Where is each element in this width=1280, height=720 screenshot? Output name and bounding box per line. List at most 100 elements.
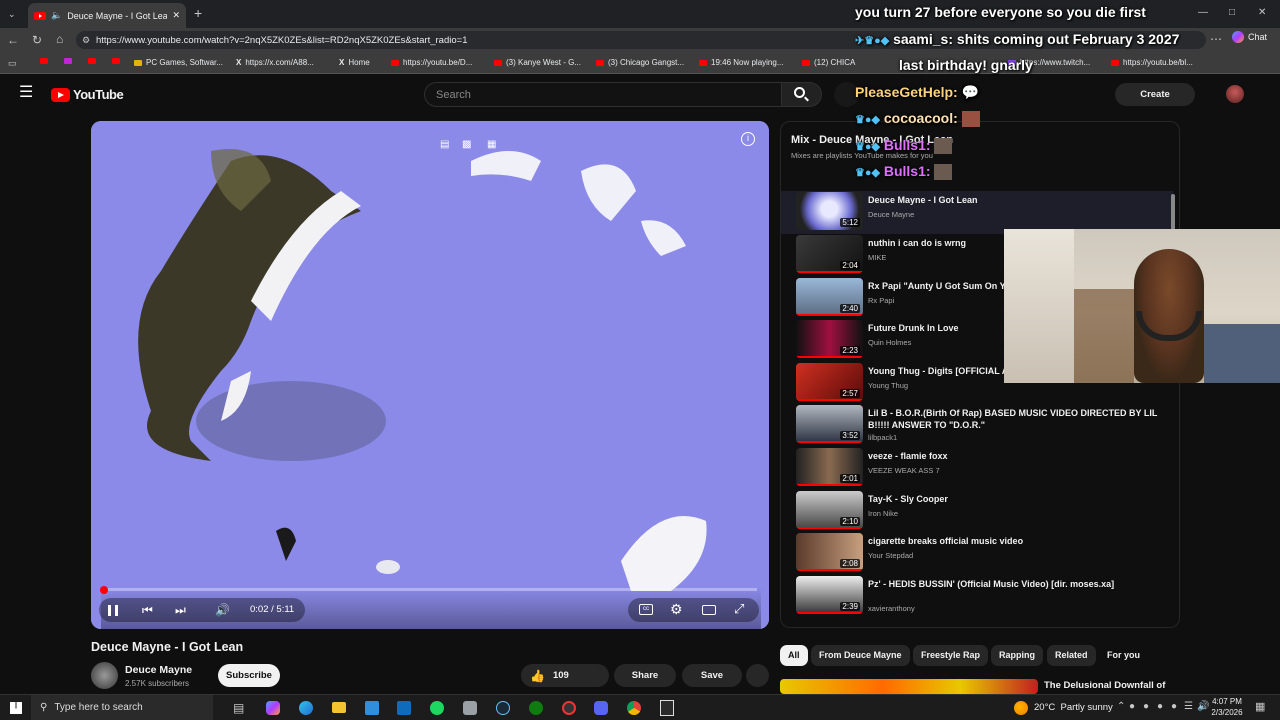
captions-icon[interactable]: cc — [639, 604, 653, 615]
video-player[interactable]: ▤ ▩ ▦ i ⏮ ⏭ 🔊 0:02 / 5:11 cc ⚙ ⤢ — [91, 121, 769, 629]
playlist-item[interactable]: 2:10 Tay-K - Sly Cooper Iron Nike — [796, 491, 1166, 531]
miniplayer-icon[interactable]: ▩ — [462, 139, 471, 151]
bookmark-icon-1[interactable] — [40, 58, 48, 64]
windows-start-icon[interactable] — [10, 702, 22, 714]
bookmark-kanye[interactable]: (3) Kanye West - G... — [494, 58, 581, 67]
home-icon[interactable]: ⌂ — [56, 33, 63, 45]
playlist-thumbnail[interactable]: 2:40 — [796, 278, 863, 316]
speaker-icon[interactable]: 🔈 — [51, 10, 62, 21]
youtube-logo[interactable]: YouTube — [51, 87, 124, 102]
bookmark-chica[interactable]: (12) CHICA — [802, 58, 855, 67]
playlist-thumbnail[interactable]: 2:57 — [796, 363, 863, 401]
spotify-icon[interactable] — [430, 701, 444, 715]
create-button[interactable]: Create — [1115, 83, 1195, 106]
bookmark-icon-2[interactable] — [64, 58, 72, 64]
like-button[interactable]: 👍 109 — [521, 664, 609, 687]
theater-mode-icon[interactable] — [702, 605, 716, 615]
copilot-taskbar-icon[interactable] — [266, 701, 280, 715]
notifications-icon[interactable]: ▦ — [1255, 701, 1265, 713]
wifi-icon[interactable]: ☰ — [1184, 701, 1193, 713]
bookmark-home[interactable]: X Home — [339, 58, 370, 67]
chip-freestyle-rap[interactable]: Freestyle Rap — [913, 645, 989, 666]
site-info-icon[interactable]: ⚙ — [82, 34, 90, 46]
chat-button[interactable]: Chat — [1232, 31, 1267, 43]
playlist-thumbnail[interactable]: 5:12 — [796, 192, 863, 230]
bookmark-pc-games[interactable]: PC Games, Softwar... — [134, 58, 223, 67]
weather-text[interactable]: 20°C Partly sunny — [1034, 702, 1113, 713]
steam-icon[interactable] — [496, 701, 510, 715]
bookmark-chicago[interactable]: (3) Chicago Gangst... — [596, 58, 684, 67]
tab-list-icon[interactable]: ⌄ — [8, 8, 16, 20]
close-window-icon[interactable]: ✕ — [1258, 7, 1266, 19]
reading-list-icon[interactable]: ▭ — [8, 57, 17, 69]
discord-icon[interactable] — [594, 701, 608, 715]
tray-app-icon-3[interactable]: ● — [1157, 701, 1163, 713]
tray-app-icon-1[interactable]: ● — [1129, 701, 1135, 713]
playlist-scrollbar[interactable] — [1171, 194, 1175, 230]
fullscreen-icon[interactable]: ⤢ — [734, 602, 744, 615]
playlist-thumbnail[interactable]: 2:01 — [796, 448, 863, 486]
info-icon[interactable]: i — [741, 132, 755, 146]
playlist-thumbnail[interactable]: 2:39 — [796, 576, 863, 614]
playlist-thumbnail[interactable]: 2:10 — [796, 491, 863, 529]
bookmark-youtu-be-2[interactable]: https://youtu.be/bl... — [1111, 58, 1193, 67]
bookmark-icon-3[interactable] — [88, 58, 96, 64]
file-explorer-icon[interactable] — [332, 702, 346, 713]
more-actions-button[interactable] — [746, 664, 769, 687]
back-icon[interactable]: ← — [7, 34, 19, 46]
channel-avatar[interactable] — [91, 662, 118, 689]
playlist-thumbnail[interactable]: 2:08 — [796, 533, 863, 571]
channel-name[interactable]: Deuce Mayne — [125, 664, 192, 676]
clipboard-icon[interactable]: ▦ — [487, 139, 496, 151]
clock-date[interactable]: 2/3/2026 — [1207, 708, 1247, 717]
account-avatar[interactable] — [1226, 85, 1244, 103]
xbox-icon[interactable] — [529, 701, 543, 715]
bookmark-x-1[interactable]: Xhttps://x.com/A88... — [236, 58, 314, 67]
playlist-thumbnail[interactable]: 3:52 — [796, 405, 863, 443]
search-input[interactable]: Search — [424, 82, 782, 107]
playlist-item[interactable]: 2:39 Pz' - HEDIS BUSSIN' (Official Music … — [796, 576, 1166, 616]
queue-icon[interactable]: ▤ — [440, 139, 449, 151]
recommended-thumbnail[interactable] — [780, 679, 1038, 694]
bookmark-now-playing[interactable]: 19:46 Now playing... — [699, 58, 784, 67]
hamburger-menu-icon[interactable]: ☰ — [19, 85, 33, 101]
next-icon[interactable]: ⏭ — [175, 604, 186, 616]
edge-icon[interactable] — [299, 701, 313, 715]
tray-chevron-icon[interactable]: ⌃ — [1117, 701, 1125, 713]
recommended-title[interactable]: The Delusional Downfall of — [1044, 680, 1165, 691]
share-button[interactable]: Share — [614, 664, 676, 687]
maximize-icon[interactable]: □ — [1229, 7, 1235, 19]
close-tab-icon[interactable]: ✕ — [172, 10, 180, 21]
new-tab-icon[interactable]: + — [194, 6, 202, 20]
playlist-item[interactable]: 2:08 cigarette breaks official music vide… — [796, 533, 1166, 573]
recording-app-icon[interactable] — [562, 701, 576, 715]
playlist-item[interactable]: 2:01 veeze - flamie foxx VEEZE WEAK ASS 7 — [796, 448, 1166, 488]
menu-dots-icon[interactable]: ⋯ — [1210, 33, 1222, 45]
playlist-item[interactable]: 5:12 Deuce Mayne - I Got Lean Deuce Mayne — [796, 192, 1166, 232]
chip-related[interactable]: Related — [1047, 645, 1096, 666]
epic-games-icon[interactable] — [660, 700, 674, 716]
tray-app-icon-2[interactable]: ● — [1143, 701, 1149, 713]
volume-icon[interactable]: 🔊 — [215, 604, 230, 616]
playlist-thumbnail[interactable]: 2:23 — [796, 320, 863, 358]
chip-all[interactable]: All — [780, 645, 808, 666]
tray-app-icon-4[interactable]: ● — [1171, 701, 1177, 713]
search-button[interactable] — [782, 82, 822, 107]
chrome-icon[interactable] — [627, 701, 641, 715]
store-icon[interactable] — [365, 701, 379, 715]
save-button[interactable]: Save — [682, 664, 742, 687]
task-view-icon[interactable]: ▤ — [233, 702, 244, 714]
previous-icon[interactable]: ⏮ — [142, 604, 153, 616]
bookmark-icon-4[interactable] — [112, 58, 120, 64]
chip-from-deuce-mayne[interactable]: From Deuce Mayne — [811, 645, 910, 666]
progress-bar[interactable] — [103, 588, 757, 591]
chip-for-you[interactable]: For you — [1099, 645, 1148, 666]
reload-icon[interactable]: ↻ — [32, 34, 42, 46]
minimize-icon[interactable]: — — [1198, 7, 1208, 19]
taskbar-search[interactable]: ⚲ Type here to search — [31, 695, 213, 720]
app-icon[interactable] — [463, 701, 477, 715]
clock-time[interactable]: 4:07 PM — [1209, 697, 1245, 706]
scrubber-handle[interactable] — [100, 586, 108, 594]
settings-gear-icon[interactable]: ⚙ — [670, 602, 683, 616]
playlist-thumbnail[interactable]: 2:04 — [796, 235, 863, 273]
